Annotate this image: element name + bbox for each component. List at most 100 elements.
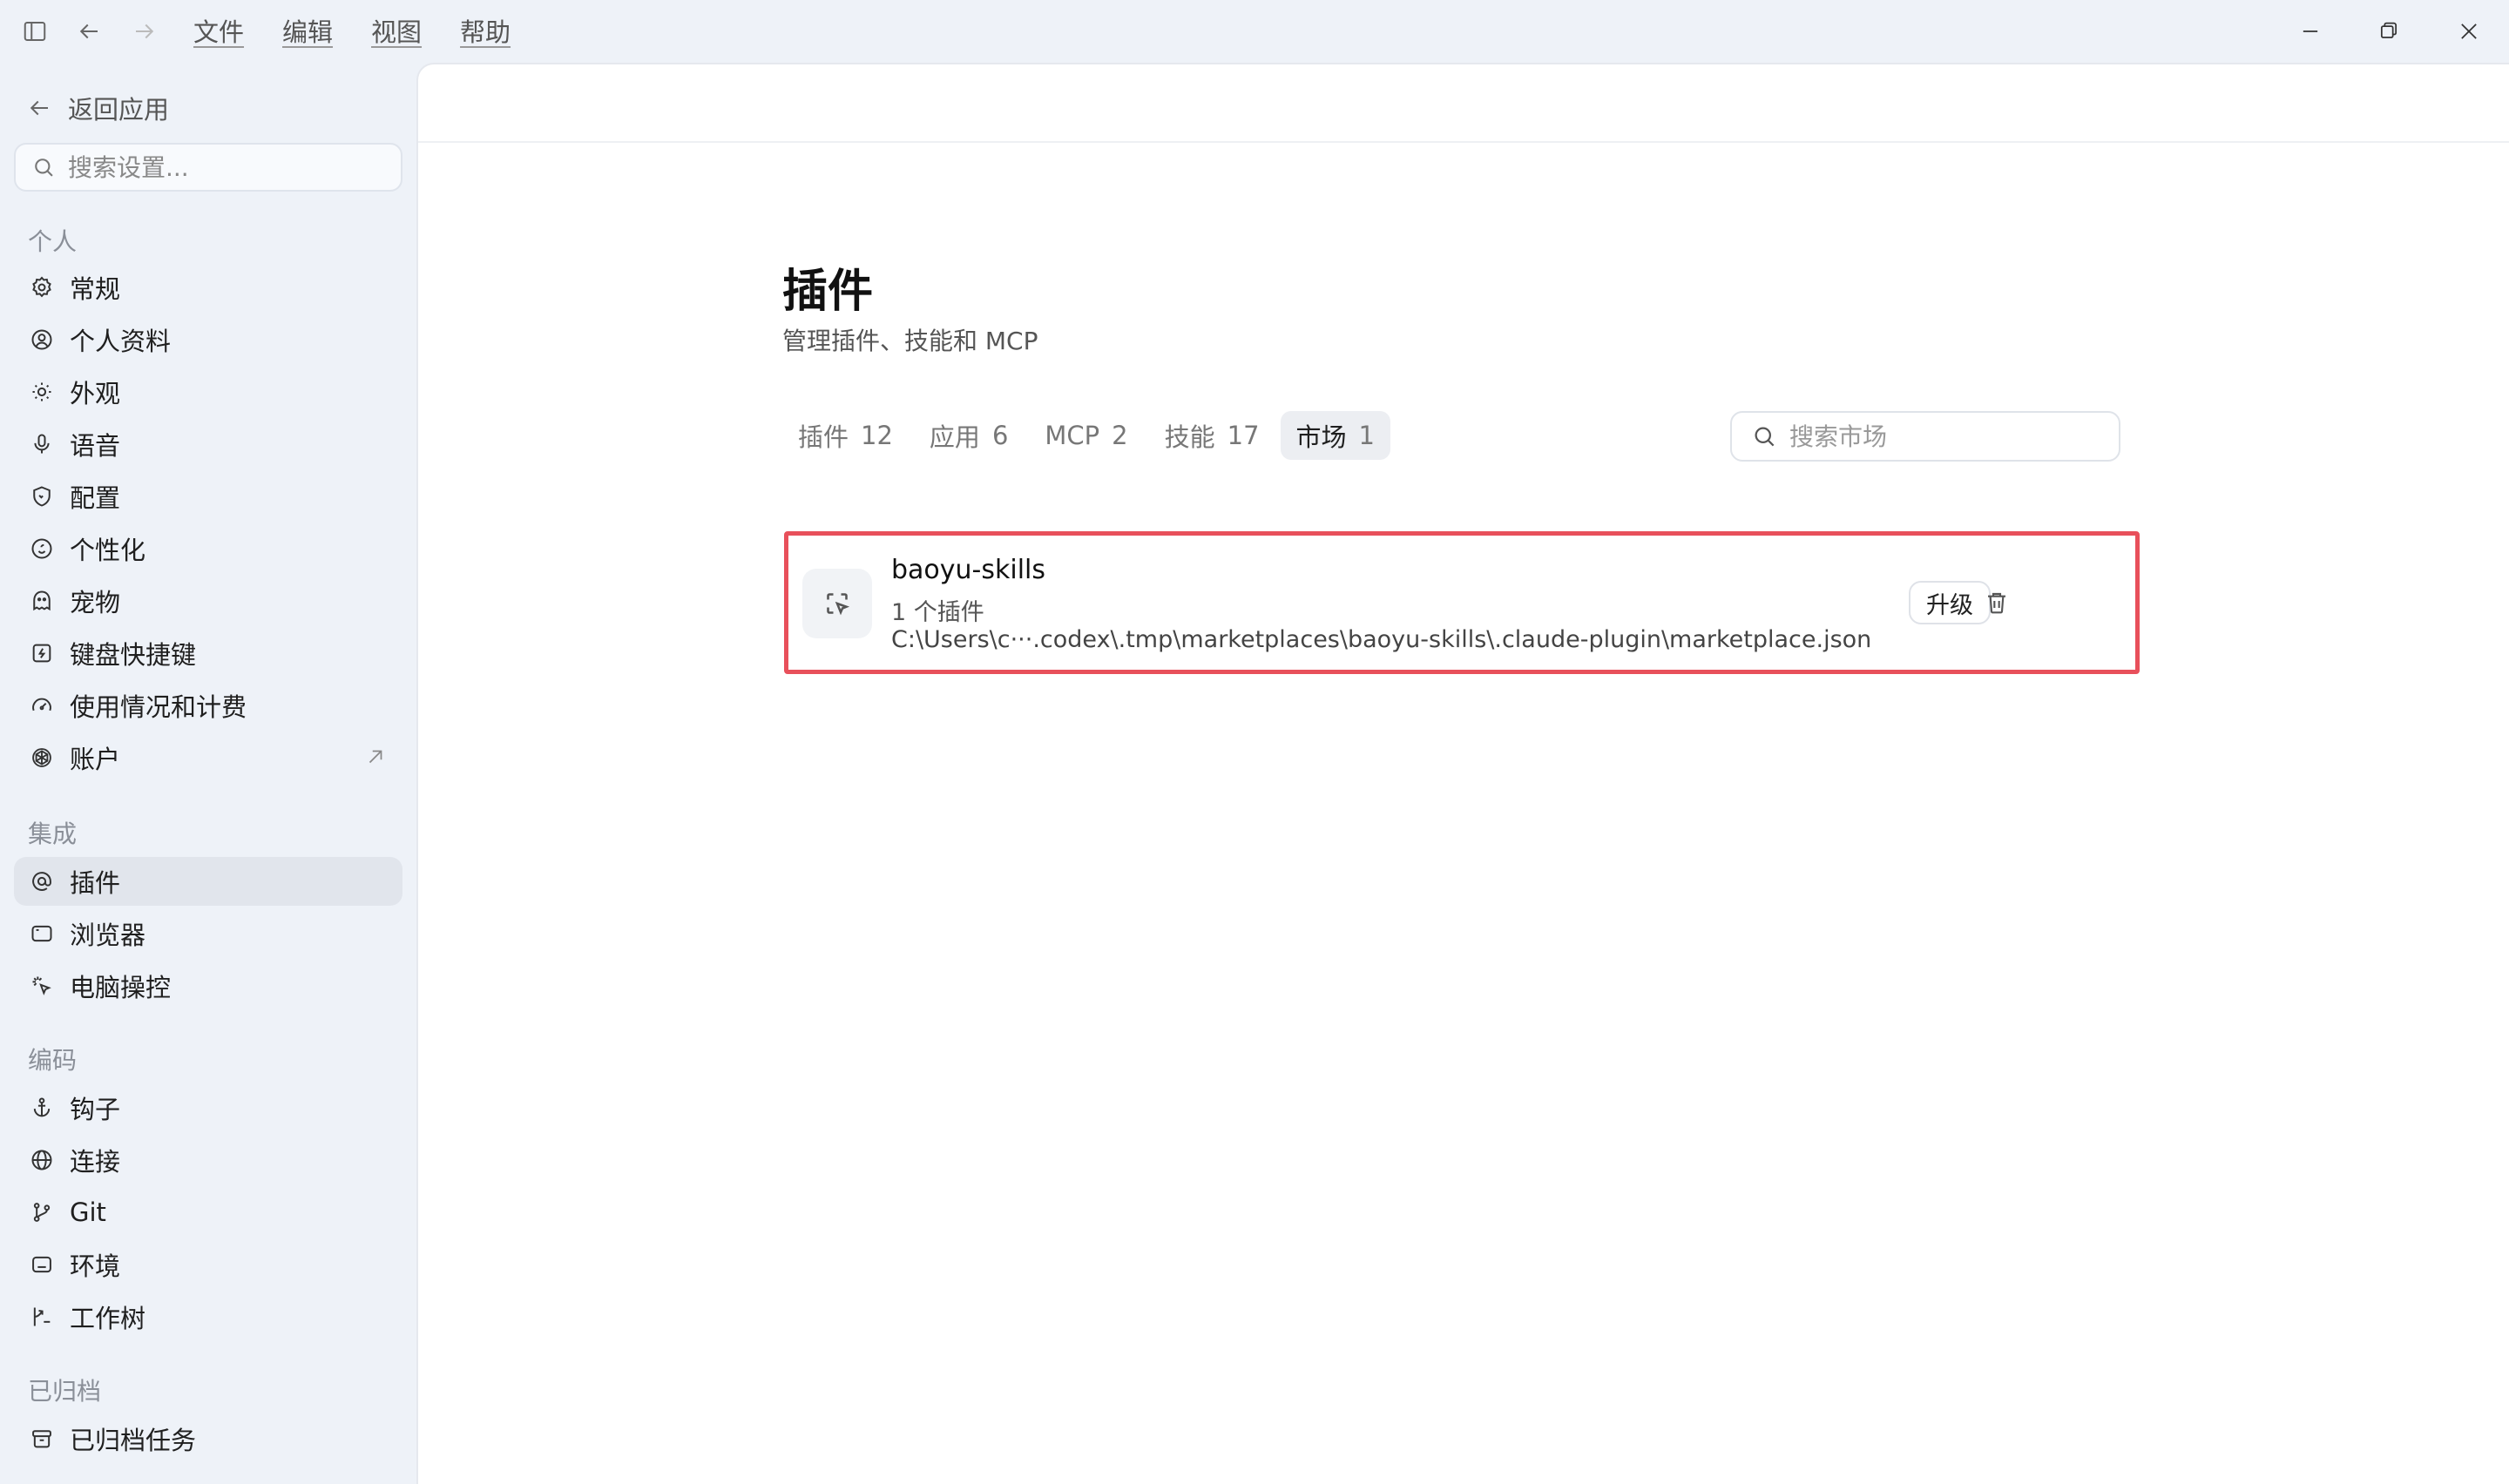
smile-icon xyxy=(31,538,52,559)
sidebar-item-label: 账户 xyxy=(70,745,121,774)
sidebar-item-label: 工作树 xyxy=(70,1304,146,1333)
shield-icon xyxy=(33,486,51,507)
settings-sidebar: 返回应用 个人 常规 个人资料 外观 语音 配置 个性化 宠物 键盘快捷键 使用… xyxy=(0,63,416,1484)
browser-icon xyxy=(31,925,52,942)
tab-label: 技能 xyxy=(1164,422,1215,452)
menu-bar: 文件 编辑 视图 帮助 xyxy=(193,12,511,51)
tab-plugins[interactable]: 插件 12 xyxy=(782,411,909,460)
menu-help[interactable]: 帮助 xyxy=(460,12,511,51)
tab-mcp[interactable]: MCP 2 xyxy=(1029,411,1143,460)
sun-icon xyxy=(32,382,51,401)
marketplace-icon xyxy=(802,569,872,638)
menu-file[interactable]: 文件 xyxy=(193,12,244,51)
sidebar-item-worktree[interactable]: 工作树 xyxy=(14,1292,402,1341)
terminal-icon xyxy=(32,1256,51,1273)
sidebar-toggle-icon[interactable] xyxy=(17,14,52,49)
marketplace-path: C:\Users\c···.codex\.tmp\marketplaces\ba… xyxy=(891,626,1872,653)
gauge-icon xyxy=(32,698,51,712)
sidebar-item-personalization[interactable]: 个性化 xyxy=(14,524,402,573)
sidebar-item-label: 语音 xyxy=(70,431,121,461)
trash-icon xyxy=(1988,592,2005,614)
sidebar-item-voice[interactable]: 语音 xyxy=(14,420,402,469)
tab-count: 6 xyxy=(991,421,1009,450)
microphone-icon xyxy=(34,434,50,454)
sidebar-item-appearance[interactable]: 外观 xyxy=(14,368,402,416)
restore-button[interactable] xyxy=(2363,10,2415,52)
settings-search-input[interactable] xyxy=(68,152,382,182)
main-header-bar xyxy=(418,64,2509,143)
sidebar-item-label: 使用情况和计费 xyxy=(70,692,247,722)
tab-count: 2 xyxy=(1112,421,1128,450)
sidebar-item-pet[interactable]: 宠物 xyxy=(14,577,402,625)
pet-icon xyxy=(33,590,51,611)
menu-view[interactable]: 视图 xyxy=(371,12,422,51)
delete-marketplace-button[interactable] xyxy=(1975,581,2019,624)
plugin-tabs: 插件 12 应用 6 MCP 2 技能 17 市场 1 xyxy=(782,411,1390,462)
search-icon xyxy=(35,159,53,177)
forward-arrow-icon[interactable] xyxy=(127,14,162,49)
openai-icon xyxy=(32,748,51,767)
sidebar-item-label: 浏览器 xyxy=(70,921,146,950)
gear-icon xyxy=(32,276,51,298)
title-bar: 文件 编辑 视图 帮助 xyxy=(0,0,2509,63)
archive-icon xyxy=(32,1430,51,1448)
restore-icon xyxy=(2380,22,2397,38)
sidebar-item-plugins[interactable]: 插件 xyxy=(14,857,402,906)
sidebar-item-browser[interactable]: 浏览器 xyxy=(14,909,402,958)
external-link-icon xyxy=(369,750,382,764)
sidebar-item-label: 插件 xyxy=(70,868,121,898)
back-arrow-icon[interactable] xyxy=(71,14,106,49)
settings-main-panel: 插件 管理插件、技能和 MCP 插件 12 应用 6 MCP 2 技能 17 市… xyxy=(416,63,2509,1484)
tab-count: 1 xyxy=(1358,421,1375,450)
tab-marketplace[interactable]: 市场 1 xyxy=(1280,411,1390,460)
tab-label: 插件 xyxy=(798,422,849,452)
keyboard-icon xyxy=(32,644,51,663)
sidebar-item-archived-tasks[interactable]: 已归档任务 xyxy=(14,1414,402,1463)
sidebar-item-config[interactable]: 配置 xyxy=(14,472,402,521)
user-circle-icon xyxy=(31,329,52,350)
sidebar-item-label: 钩子 xyxy=(70,1095,121,1124)
sidebar-item-git[interactable]: Git xyxy=(14,1188,402,1237)
marketplace-card: baoyu-skills 1 个插件 C:\Users\c···.codex\.… xyxy=(784,531,2140,674)
sidebar-item-label: 个性化 xyxy=(70,536,146,565)
tab-skills[interactable]: 技能 17 xyxy=(1149,411,1275,460)
anchor-icon xyxy=(33,1097,51,1117)
page-subtitle: 管理插件、技能和 MCP xyxy=(782,327,1038,355)
sidebar-item-label: 宠物 xyxy=(70,588,121,617)
sidebar-item-label: Git xyxy=(70,1197,106,1227)
cursor-icon xyxy=(32,976,51,995)
sidebar-item-hooks[interactable]: 钩子 xyxy=(14,1083,402,1132)
git-branch-icon xyxy=(33,1203,51,1222)
marketplace-search[interactable] xyxy=(1730,411,2120,462)
sidebar-item-profile[interactable]: 个人资料 xyxy=(14,315,402,364)
sidebar-item-usage-billing[interactable]: 使用情况和计费 xyxy=(14,681,402,730)
sidebar-item-computer-use[interactable]: 电脑操控 xyxy=(14,961,402,1010)
settings-search[interactable] xyxy=(14,143,402,192)
back-to-app-label: 返回应用 xyxy=(68,95,170,125)
marketplace-search-input[interactable] xyxy=(1789,422,2103,451)
sidebar-item-keyboard-shortcuts[interactable]: 键盘快捷键 xyxy=(14,629,402,678)
section-title-archived: 已归档 xyxy=(28,1377,102,1406)
marketplace-name: baoyu-skills xyxy=(891,555,1046,585)
marketplace-plugin-count: 1 个插件 xyxy=(891,599,984,626)
tab-label: 市场 xyxy=(1295,422,1347,452)
section-title-personal: 个人 xyxy=(28,227,78,256)
minimize-button[interactable] xyxy=(2284,10,2337,52)
page-title: 插件 xyxy=(782,266,874,318)
close-icon xyxy=(2461,24,2477,39)
sidebar-item-account[interactable]: 账户 xyxy=(14,733,402,782)
minimize-icon xyxy=(2303,30,2318,32)
tab-apps[interactable]: 应用 6 xyxy=(914,411,1024,460)
tab-label: MCP xyxy=(1045,421,1100,450)
close-button[interactable] xyxy=(2443,10,2495,52)
back-to-app-link[interactable]: 返回应用 xyxy=(26,89,169,127)
at-icon xyxy=(32,872,51,891)
sidebar-item-label: 个人资料 xyxy=(70,327,172,356)
sidebar-item-label: 电脑操控 xyxy=(70,973,172,1002)
sidebar-item-connections[interactable]: 连接 xyxy=(14,1136,402,1184)
worktree-icon xyxy=(33,1307,51,1326)
sidebar-item-general[interactable]: 常规 xyxy=(14,263,402,312)
sidebar-item-environment[interactable]: 环境 xyxy=(14,1240,402,1289)
arrow-left-icon xyxy=(30,100,48,116)
menu-edit[interactable]: 编辑 xyxy=(282,12,333,51)
